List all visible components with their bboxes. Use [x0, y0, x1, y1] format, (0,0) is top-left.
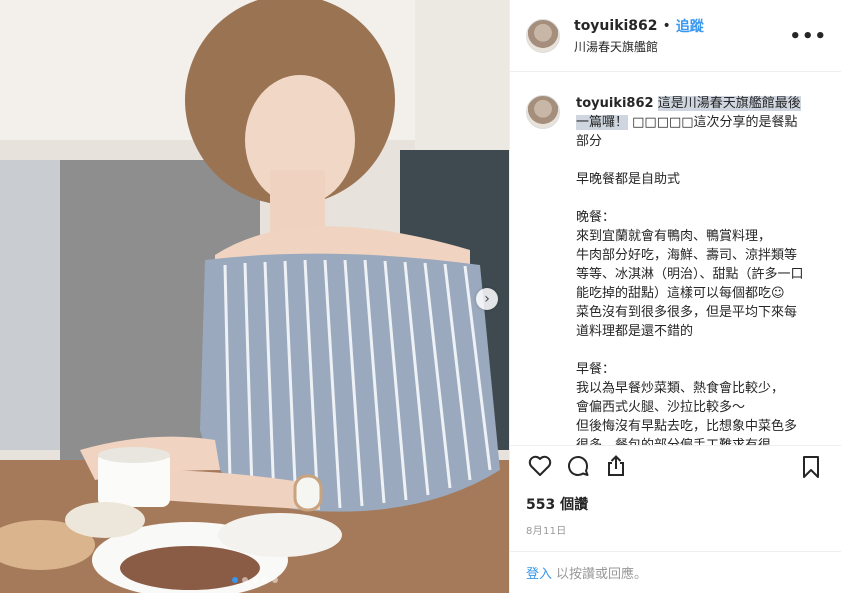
carousel-dots — [232, 577, 278, 583]
comments-area[interactable]: toyuiki862 這是川湯春天旗艦館最後一篇囉！ □□□□□這次分享的是餐點… — [510, 72, 841, 445]
carousel-dot — [242, 577, 248, 583]
likes-count[interactable]: 553 個讚 — [526, 494, 825, 514]
login-link[interactable]: 登入 — [526, 563, 552, 582]
location-link[interactable]: 川湯春天旗艦館 — [574, 38, 704, 55]
caption-content: □□□□□這次分享的是餐點部分 早晚餐都是自助式 晚餐： 來到宜蘭就會有鴨肉、鴨… — [576, 115, 804, 445]
carousel-dot — [252, 577, 258, 583]
more-options-icon[interactable]: ••• — [789, 28, 827, 46]
caption-username[interactable]: toyuiki862 — [576, 96, 654, 111]
photo-illustration — [0, 0, 509, 593]
login-prompt-text: 以按讚或回應。 — [556, 567, 648, 582]
post-date[interactable]: 8月11日 — [526, 522, 825, 537]
action-icons — [526, 446, 825, 486]
post-side-panel: toyuiki862 • 追蹤 川湯春天旗艦館 ••• toyuiki862 這… — [509, 0, 841, 593]
chevron-right-icon[interactable]: › — [476, 288, 498, 310]
post-header: toyuiki862 • 追蹤 川湯春天旗艦館 ••• — [510, 0, 841, 72]
share-icon[interactable] — [602, 452, 630, 480]
post-header-meta: toyuiki862 • 追蹤 川湯春天旗艦館 — [574, 16, 704, 55]
post-actions: 553 個讚 8月11日 — [510, 445, 841, 537]
follow-button[interactable]: 追蹤 — [676, 16, 704, 36]
bookmark-icon[interactable] — [797, 453, 825, 481]
carousel-dot — [262, 577, 268, 583]
login-prompt: 登入 以按讚或回應。 — [510, 551, 841, 593]
carousel-dot-active — [232, 577, 238, 583]
user-row: toyuiki862 • 追蹤 — [574, 16, 704, 36]
post-photo[interactable]: › — [0, 0, 509, 593]
heart-icon[interactable] — [526, 452, 554, 480]
caption-text: toyuiki862 這是川湯春天旗艦館最後一篇囉！ □□□□□這次分享的是餐點… — [576, 94, 806, 445]
avatar[interactable] — [526, 18, 560, 53]
caption-comment: toyuiki862 這是川湯春天旗艦館最後一篇囉！ □□□□□這次分享的是餐點… — [526, 94, 811, 445]
comment-icon[interactable] — [564, 452, 592, 480]
avatar[interactable] — [526, 95, 560, 129]
separator-dot: • — [662, 18, 671, 34]
carousel-dot — [272, 577, 278, 583]
username-link[interactable]: toyuiki862 — [574, 18, 658, 34]
